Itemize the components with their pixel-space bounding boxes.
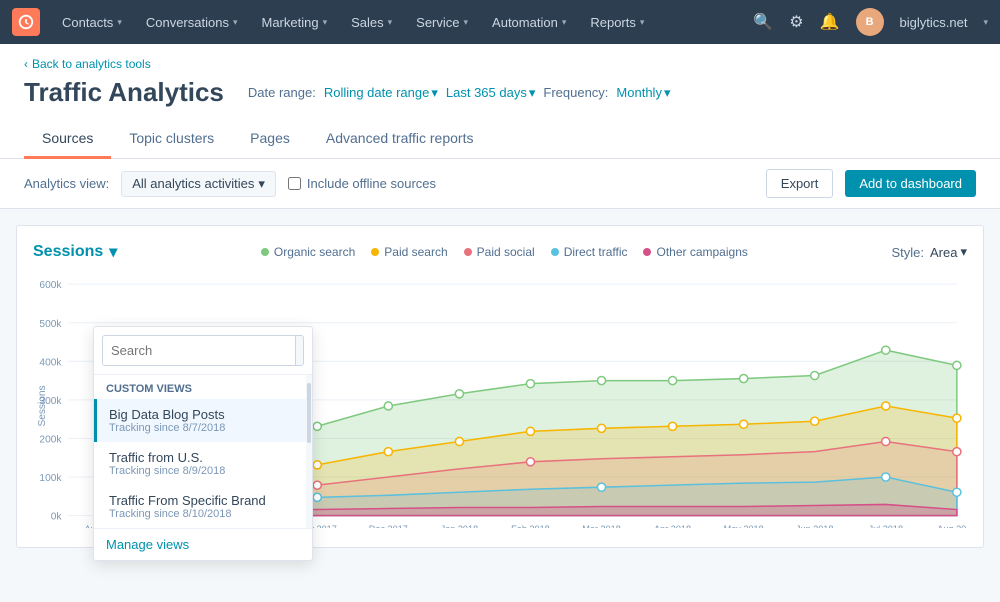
legend-direct-traffic: Direct traffic [551,245,628,259]
svg-text:May 2018: May 2018 [724,524,764,528]
chevron-down-icon: ▾ [529,85,536,101]
search-input[interactable] [103,337,295,364]
custom-views-dropdown: Custom views Big Data Blog Posts Trackin… [93,326,313,561]
nav-sales[interactable]: Sales ▾ [341,0,402,44]
chevron-down-icon: ▾ [960,244,967,260]
chart-top: Sessions ▾ Organic search Paid search Pa… [33,242,967,262]
style-control: Style: Area ▾ [891,244,967,260]
page-title-row: Traffic Analytics Date range: Rolling da… [24,77,976,108]
nav-conversations[interactable]: Conversations ▾ [136,0,248,44]
svg-text:200k: 200k [39,435,62,446]
scrollbar-track [306,375,312,528]
chevron-down-icon: ▾ [640,17,645,28]
tab-pages[interactable]: Pages [232,120,308,159]
tab-advanced[interactable]: Advanced traffic reports [308,120,492,159]
dropdown-item-2[interactable]: Traffic From Specific Brand Tracking sin… [94,485,312,528]
search-icon[interactable]: 🔍 [753,12,773,32]
search-input-wrap [102,335,304,366]
svg-text:Jan 2018: Jan 2018 [441,524,479,528]
chevron-down-icon: ▾ [664,85,671,101]
legend-other-campaigns: Other campaigns [643,245,747,259]
last-days-dropdown[interactable]: Last 365 days ▾ [446,85,535,101]
nav-right-actions: 🔍 ⚙ 🔔 B biglytics.net ▾ [753,8,988,36]
frequency-label: Frequency: [543,85,608,100]
search-button[interactable] [295,336,304,365]
sessions-dropdown[interactable]: Sessions ▾ [33,242,117,262]
dropdown-search-box [94,327,312,375]
svg-text:Jul 2018: Jul 2018 [869,524,904,528]
nav-automation[interactable]: Automation ▾ [482,0,576,44]
svg-text:Dec 2017: Dec 2017 [369,524,408,528]
manage-views-link[interactable]: Manage views [106,537,189,552]
analytics-view-dropdown[interactable]: All analytics activities ▾ [121,171,276,197]
export-button[interactable]: Export [766,169,834,198]
tab-topic-clusters[interactable]: Topic clusters [111,120,232,159]
add-to-dashboard-button[interactable]: Add to dashboard [845,170,976,197]
nav-service[interactable]: Service ▾ [406,0,478,44]
svg-text:500k: 500k [39,319,62,330]
nav-contacts[interactable]: Contacts ▾ [52,0,132,44]
svg-text:0k: 0k [51,512,63,523]
chevron-down-icon: ▾ [323,17,328,28]
chevron-down-icon: ▾ [562,17,567,28]
svg-text:400k: 400k [39,357,62,368]
legend-organic-search: Organic search [261,245,355,259]
legend-dot [551,248,559,256]
hubspot-logo[interactable] [12,8,40,36]
page-header: ‹ Back to analytics tools Traffic Analyt… [0,44,1000,159]
legend-dot [464,248,472,256]
frequency-dropdown[interactable]: Monthly ▾ [616,85,670,101]
dropdown-item-0[interactable]: Big Data Blog Posts Tracking since 8/7/2… [94,399,312,442]
tab-sources[interactable]: Sources [24,120,111,159]
chart-container: Sessions ▾ Organic search Paid search Pa… [16,225,984,548]
chevron-left-icon: ‹ [24,57,28,71]
avatar[interactable]: B [856,8,884,36]
svg-text:Aug 2018: Aug 2018 [937,524,967,528]
offline-sources-checkbox[interactable]: Include offline sources [288,176,436,191]
legend-paid-social: Paid social [464,245,535,259]
chart-style-dropdown[interactable]: Area ▾ [930,244,967,260]
svg-text:100k: 100k [39,473,62,484]
svg-text:600k: 600k [39,280,62,291]
chevron-down-icon: ▾ [233,17,238,28]
nav-reports[interactable]: Reports ▾ [580,0,654,44]
legend-dot [643,248,651,256]
analytics-view-label: Analytics view: [24,176,109,191]
top-navigation: Contacts ▾ Conversations ▾ Marketing ▾ S… [0,0,1000,44]
chevron-down-icon: ▾ [109,242,117,262]
chart-area: 600k 500k 400k 300k 200k 100k 0k Session… [33,274,967,531]
domain-label: biglytics.net [900,15,968,30]
svg-text:Sessions: Sessions [37,385,48,426]
chevron-down-icon: ▾ [431,85,438,101]
page-title: Traffic Analytics [24,77,224,108]
date-range-dropdown[interactable]: Rolling date range ▾ [324,85,438,101]
dropdown-footer: Manage views [94,528,312,560]
breadcrumb[interactable]: ‹ Back to analytics tools [24,57,151,71]
svg-text:Jun 2018: Jun 2018 [796,524,834,528]
analytics-bar: Analytics view: All analytics activities… [0,159,1000,209]
legend-dot [261,248,269,256]
chevron-down-icon: ▾ [258,176,265,192]
svg-text:Apr 2018: Apr 2018 [654,524,691,528]
chevron-down-icon: ▾ [117,17,122,28]
svg-text:Feb 2018: Feb 2018 [511,524,550,528]
chevron-down-icon: ▾ [983,17,988,28]
legend-paid-search: Paid search [371,245,447,259]
date-range-label: Date range: [248,85,316,100]
header-controls: Date range: Rolling date range ▾ Last 36… [248,85,671,101]
chart-legend: Organic search Paid search Paid social D… [261,245,748,259]
settings-icon[interactable]: ⚙ [789,12,803,32]
dropdown-item-1[interactable]: Traffic from U.S. Tracking since 8/9/201… [94,442,312,485]
chevron-down-icon: ▾ [388,17,393,28]
svg-text:Mar 2018: Mar 2018 [582,524,621,528]
nav-marketing[interactable]: Marketing ▾ [251,0,337,44]
chevron-down-icon: ▾ [464,17,469,28]
custom-views-label: Custom views [94,375,312,399]
offline-sources-input[interactable] [288,177,301,190]
scrollbar-thumb[interactable] [307,383,311,443]
tabs-row: Sources Topic clusters Pages Advanced tr… [24,120,976,158]
legend-dot [371,248,379,256]
notification-icon[interactable]: 🔔 [820,12,840,32]
